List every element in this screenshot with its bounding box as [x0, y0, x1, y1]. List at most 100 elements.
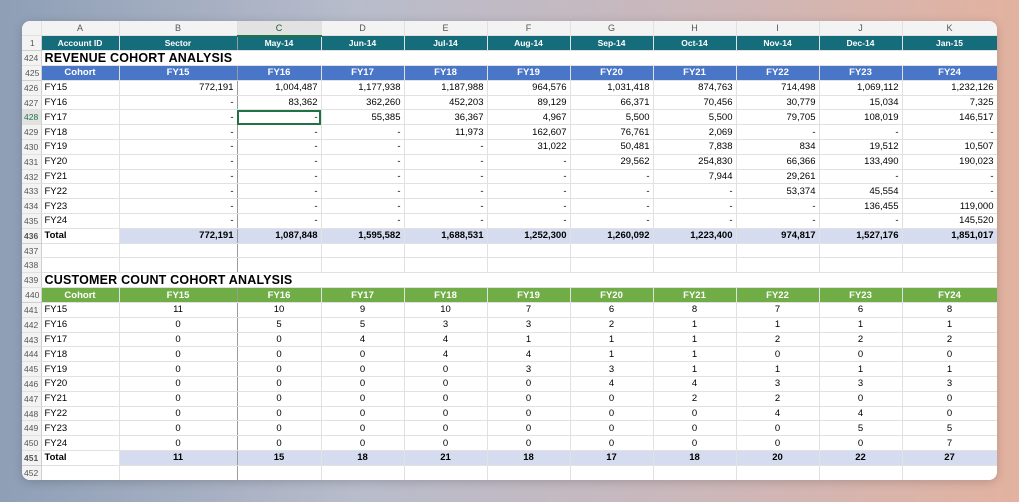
value-cell[interactable]: 0 — [819, 391, 903, 407]
value-cell[interactable]: - — [404, 213, 488, 229]
empty-cell[interactable] — [653, 465, 737, 480]
value-cell[interactable]: 2 — [736, 332, 820, 348]
value-cell[interactable]: - — [404, 139, 488, 155]
row-label-cell[interactable]: FY16 — [41, 95, 120, 111]
value-cell[interactable]: - — [819, 213, 903, 229]
value-cell[interactable]: 29,562 — [570, 154, 654, 170]
row-number[interactable]: 447 — [22, 391, 42, 407]
row-number[interactable]: 449 — [22, 420, 42, 437]
value-cell[interactable]: 1 — [736, 361, 820, 378]
row-label-cell[interactable]: FY24 — [41, 435, 120, 452]
value-cell[interactable]: 4 — [736, 406, 820, 422]
value-cell[interactable]: 0 — [487, 420, 571, 437]
empty-cell[interactable] — [119, 465, 238, 480]
value-cell[interactable]: 1,260,092 — [570, 228, 654, 244]
value-cell[interactable]: 79,705 — [736, 109, 820, 126]
value-cell[interactable]: 0 — [119, 361, 238, 378]
value-cell[interactable]: - — [487, 198, 571, 215]
value-cell[interactable]: May-14 — [237, 35, 322, 52]
value-cell[interactable]: FY23 — [819, 65, 903, 81]
value-cell[interactable]: 0 — [321, 420, 405, 437]
row-number[interactable]: 426 — [22, 80, 42, 96]
row-number[interactable]: 433 — [22, 183, 42, 200]
empty-cell[interactable] — [736, 465, 820, 480]
value-cell[interactable]: 0 — [653, 420, 737, 437]
row-number[interactable]: 431 — [22, 154, 42, 170]
row-number[interactable]: 436 — [22, 228, 42, 244]
value-cell[interactable]: FY21 — [653, 65, 737, 81]
value-cell[interactable]: 1,851,017 — [902, 228, 997, 244]
row-label-cell[interactable]: FY18 — [41, 124, 120, 141]
value-cell[interactable]: 974,817 — [736, 228, 820, 244]
value-cell[interactable]: 0 — [237, 420, 322, 437]
value-cell[interactable]: 18 — [321, 450, 405, 466]
row-label-cell[interactable]: Account ID — [41, 35, 120, 52]
value-cell[interactable]: Jun-14 — [321, 35, 405, 52]
value-cell[interactable]: - — [119, 95, 238, 111]
value-cell[interactable]: 1 — [653, 332, 737, 348]
value-cell[interactable]: 772,191 — [119, 80, 238, 96]
value-cell[interactable]: 0 — [119, 435, 238, 452]
row-number[interactable]: 445 — [22, 361, 42, 378]
value-cell[interactable]: - — [321, 154, 405, 170]
value-cell[interactable]: 162,607 — [487, 124, 571, 141]
row-label-cell[interactable]: FY18 — [41, 346, 120, 363]
value-cell[interactable]: 0 — [404, 361, 488, 378]
row-label-cell[interactable]: FY19 — [41, 361, 120, 378]
value-cell[interactable]: FY20 — [570, 287, 654, 304]
value-cell[interactable]: 1 — [653, 317, 737, 333]
value-cell[interactable]: - — [237, 198, 322, 215]
column-header-a[interactable]: A — [41, 21, 120, 37]
value-cell[interactable]: 133,490 — [819, 154, 903, 170]
value-cell[interactable]: FY22 — [736, 287, 820, 304]
value-cell[interactable]: Jul-14 — [404, 35, 488, 52]
column-header-h[interactable]: H — [653, 21, 737, 37]
value-cell[interactable]: 0 — [237, 332, 322, 348]
value-cell[interactable]: - — [237, 154, 322, 170]
empty-cell[interactable] — [237, 243, 322, 259]
value-cell[interactable]: 1,004,487 — [237, 80, 322, 96]
value-cell[interactable]: 0 — [321, 376, 405, 392]
value-cell[interactable]: - — [321, 198, 405, 215]
empty-cell[interactable] — [819, 257, 903, 274]
row-number[interactable]: 450 — [22, 435, 42, 452]
value-cell[interactable]: 4 — [404, 346, 488, 363]
value-cell[interactable]: 2 — [819, 332, 903, 348]
value-cell[interactable]: 0 — [119, 406, 238, 422]
value-cell[interactable]: 2 — [902, 332, 997, 348]
empty-cell[interactable] — [119, 257, 238, 274]
value-cell[interactable]: - — [119, 109, 238, 126]
value-cell[interactable]: 1 — [653, 361, 737, 378]
value-cell[interactable]: - — [321, 213, 405, 229]
value-cell[interactable]: 36,367 — [404, 109, 488, 126]
value-cell[interactable]: 1,232,126 — [902, 80, 997, 96]
value-cell[interactable]: - — [902, 183, 997, 200]
empty-cell[interactable] — [570, 257, 654, 274]
value-cell[interactable]: 362,260 — [321, 95, 405, 111]
empty-cell[interactable] — [404, 243, 488, 259]
row-label-cell[interactable]: FY21 — [41, 169, 120, 185]
value-cell[interactable]: 0 — [404, 376, 488, 392]
value-cell[interactable]: FY18 — [404, 287, 488, 304]
value-cell[interactable]: 0 — [237, 406, 322, 422]
value-cell[interactable]: - — [902, 124, 997, 141]
row-number[interactable]: 444 — [22, 346, 42, 363]
value-cell[interactable]: 0 — [119, 332, 238, 348]
value-cell[interactable]: 7 — [736, 302, 820, 318]
row-label-cell[interactable]: FY22 — [41, 183, 120, 200]
value-cell[interactable]: 5,500 — [570, 109, 654, 126]
row-label-cell[interactable]: FY20 — [41, 154, 120, 170]
value-cell[interactable]: 1 — [902, 361, 997, 378]
value-cell[interactable]: 0 — [487, 435, 571, 452]
row-label-cell[interactable]: FY20 — [41, 376, 120, 392]
value-cell[interactable]: - — [570, 198, 654, 215]
value-cell[interactable]: 2 — [570, 317, 654, 333]
value-cell[interactable]: 108,019 — [819, 109, 903, 126]
value-cell[interactable]: 3 — [736, 376, 820, 392]
value-cell[interactable]: FY22 — [736, 65, 820, 81]
value-cell[interactable]: 1 — [902, 317, 997, 333]
empty-cell[interactable] — [653, 257, 737, 274]
value-cell[interactable]: 0 — [819, 435, 903, 452]
column-header-c[interactable]: C — [237, 21, 322, 37]
empty-cell[interactable] — [321, 243, 405, 259]
